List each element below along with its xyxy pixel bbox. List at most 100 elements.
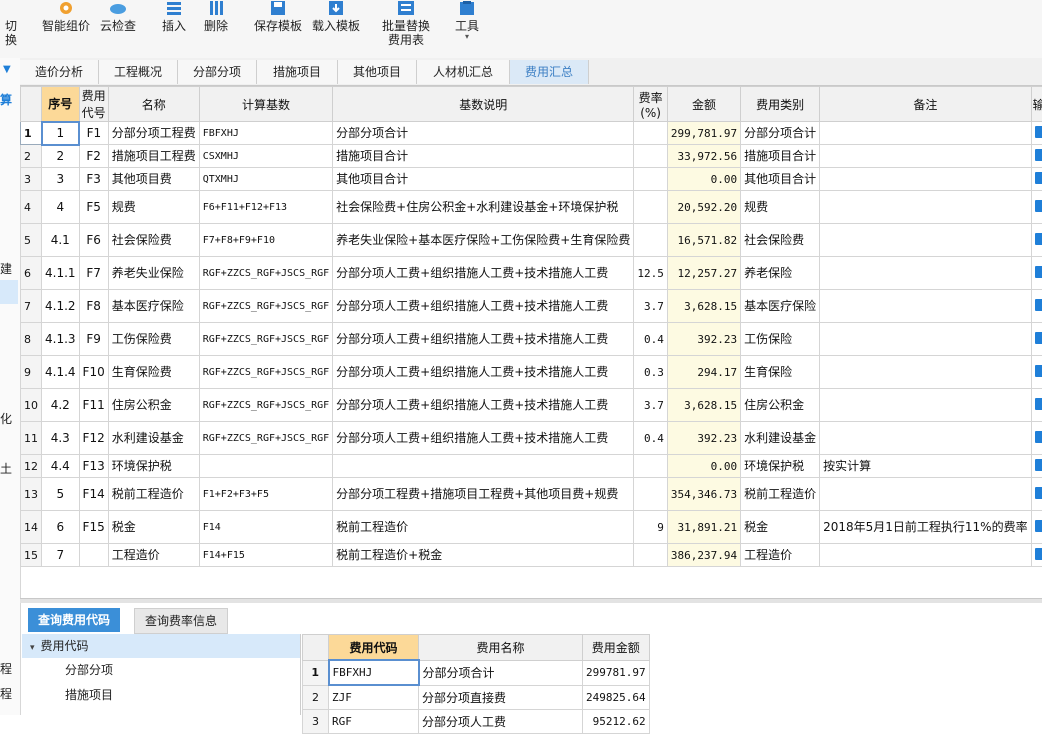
- cell-note[interactable]: [820, 257, 1031, 290]
- code-table-row[interactable]: 2ZJF分部分项直接费249825.64: [303, 685, 650, 710]
- cell-note[interactable]: 2018年5月1日前工程执行11%的费率: [820, 511, 1031, 544]
- sub-cell-code[interactable]: RGF: [329, 710, 419, 734]
- cell-rate[interactable]: [634, 145, 668, 168]
- left-strip-char[interactable]: 算: [0, 91, 12, 108]
- sub-col-header-amount[interactable]: 费用金额: [583, 635, 650, 661]
- output-checkbox[interactable]: [1035, 332, 1042, 344]
- cell-code[interactable]: F1: [79, 122, 108, 145]
- cell-desc[interactable]: 其他项目合计: [333, 168, 634, 191]
- col-header-category[interactable]: 费用类别: [741, 87, 820, 122]
- row-number[interactable]: 11: [21, 422, 42, 455]
- row-number[interactable]: 13: [21, 478, 42, 511]
- cloud-check-button[interactable]: 云检查: [97, 0, 139, 33]
- row-number[interactable]: 1: [21, 122, 42, 145]
- col-header-desc[interactable]: 基数说明: [333, 87, 634, 122]
- sub-row-number[interactable]: 1: [303, 660, 329, 685]
- cell-amount[interactable]: 294.17: [667, 356, 740, 389]
- sub-cell-amount[interactable]: 95212.62: [583, 710, 650, 734]
- tab-measures[interactable]: 措施项目: [257, 60, 338, 84]
- left-strip-char[interactable]: 土: [0, 460, 12, 477]
- cell-note[interactable]: [820, 122, 1031, 145]
- cell-seq[interactable]: 3: [42, 168, 80, 191]
- cell-category[interactable]: 税金: [741, 511, 820, 544]
- cell-name[interactable]: 分部分项工程费: [108, 122, 199, 145]
- cell-seq[interactable]: 4: [42, 191, 80, 224]
- smart-pricing-button[interactable]: 智能组价: [38, 0, 94, 33]
- cell-amount[interactable]: 0.00: [667, 455, 740, 478]
- output-checkbox[interactable]: [1035, 431, 1042, 443]
- cell-output[interactable]: [1031, 145, 1042, 168]
- cell-note[interactable]: [820, 168, 1031, 191]
- tools-button[interactable]: 工具 ▾: [452, 0, 482, 41]
- cell-desc[interactable]: 税前工程造价: [333, 511, 634, 544]
- cell-output[interactable]: [1031, 356, 1042, 389]
- sub-row-number[interactable]: 3: [303, 710, 329, 734]
- cell-rate[interactable]: 9: [634, 511, 668, 544]
- cell-category[interactable]: 环境保护税: [741, 455, 820, 478]
- table-row[interactable]: 11F1分部分项工程费FBFXHJ分部分项合计299,781.97分部分项合计: [21, 122, 1042, 145]
- cell-name[interactable]: 税前工程造价: [108, 478, 199, 511]
- delete-button[interactable]: 删除: [200, 0, 232, 33]
- tab-fee-summary[interactable]: 费用汇总: [510, 60, 589, 84]
- cell-output[interactable]: [1031, 224, 1042, 257]
- cell-amount[interactable]: 33,972.56: [667, 145, 740, 168]
- cell-code[interactable]: F2: [79, 145, 108, 168]
- cell-seq[interactable]: 4.1.3: [42, 323, 80, 356]
- cell-desc[interactable]: 税前工程造价+税金: [333, 544, 634, 567]
- tab-sub-items[interactable]: 分部分项: [178, 60, 257, 84]
- cell-code[interactable]: F14: [79, 478, 108, 511]
- cell-base[interactable]: FBFXHJ: [199, 122, 332, 145]
- cell-amount[interactable]: 20,592.20: [667, 191, 740, 224]
- row-number[interactable]: 8: [21, 323, 42, 356]
- output-checkbox[interactable]: [1035, 548, 1042, 560]
- row-number[interactable]: 2: [21, 145, 42, 168]
- sub-cell-amount[interactable]: 249825.64: [583, 685, 650, 710]
- left-strip-char[interactable]: 建: [0, 260, 12, 277]
- output-checkbox[interactable]: [1035, 233, 1042, 245]
- sub-col-header-code[interactable]: 费用代码: [329, 635, 419, 661]
- col-header-note[interactable]: 备注: [820, 87, 1031, 122]
- row-number[interactable]: 10: [21, 389, 42, 422]
- table-row[interactable]: 44F5规费F6+F11+F12+F13社会保险费+住房公积金+水利建设基金+环…: [21, 191, 1042, 224]
- row-number[interactable]: 9: [21, 356, 42, 389]
- cell-code[interactable]: F7: [79, 257, 108, 290]
- save-template-button[interactable]: 保存模板: [252, 0, 304, 33]
- cell-note[interactable]: [820, 323, 1031, 356]
- cell-amount[interactable]: 12,257.27: [667, 257, 740, 290]
- output-checkbox[interactable]: [1035, 365, 1042, 377]
- cell-rate[interactable]: 3.7: [634, 389, 668, 422]
- table-row[interactable]: 104.2F11住房公积金RGF+ZZCS_RGF+JSCS_RGF分部分项人工…: [21, 389, 1042, 422]
- output-checkbox[interactable]: [1035, 398, 1042, 410]
- cell-desc[interactable]: 措施项目合计: [333, 145, 634, 168]
- cell-desc[interactable]: 分部分项人工费+组织措施人工费+技术措施人工费: [333, 356, 634, 389]
- cell-rate[interactable]: [634, 455, 668, 478]
- output-checkbox[interactable]: [1035, 459, 1042, 471]
- sub-row-number[interactable]: 2: [303, 685, 329, 710]
- cell-desc[interactable]: 分部分项合计: [333, 122, 634, 145]
- cell-category[interactable]: 工伤保险: [741, 323, 820, 356]
- cell-rate[interactable]: 3.7: [634, 290, 668, 323]
- tab-project-overview[interactable]: 工程概况: [99, 60, 178, 84]
- col-header-output[interactable]: 输: [1031, 87, 1042, 122]
- cell-category[interactable]: 分部分项合计: [741, 122, 820, 145]
- cell-amount[interactable]: 386,237.94: [667, 544, 740, 567]
- cell-name[interactable]: 养老失业保险: [108, 257, 199, 290]
- cell-desc[interactable]: 分部分项人工费+组织措施人工费+技术措施人工费: [333, 389, 634, 422]
- sub-cell-code[interactable]: FBFXHJ: [329, 660, 419, 685]
- cell-base[interactable]: QTXMHJ: [199, 168, 332, 191]
- row-number[interactable]: 7: [21, 290, 42, 323]
- output-checkbox[interactable]: [1035, 126, 1042, 138]
- cell-note[interactable]: [820, 356, 1031, 389]
- cell-code[interactable]: F15: [79, 511, 108, 544]
- output-checkbox[interactable]: [1035, 520, 1042, 532]
- cell-code[interactable]: F13: [79, 455, 108, 478]
- cell-code[interactable]: F8: [79, 290, 108, 323]
- cell-code[interactable]: F11: [79, 389, 108, 422]
- cell-desc[interactable]: 养老失业保险+基本医疗保险+工伤保险费+生育保险费: [333, 224, 634, 257]
- left-strip-char[interactable]: 程: [0, 685, 12, 702]
- row-number[interactable]: 3: [21, 168, 42, 191]
- cell-output[interactable]: [1031, 191, 1042, 224]
- output-checkbox[interactable]: [1035, 266, 1042, 278]
- cell-desc[interactable]: [333, 455, 634, 478]
- cell-code[interactable]: [79, 544, 108, 567]
